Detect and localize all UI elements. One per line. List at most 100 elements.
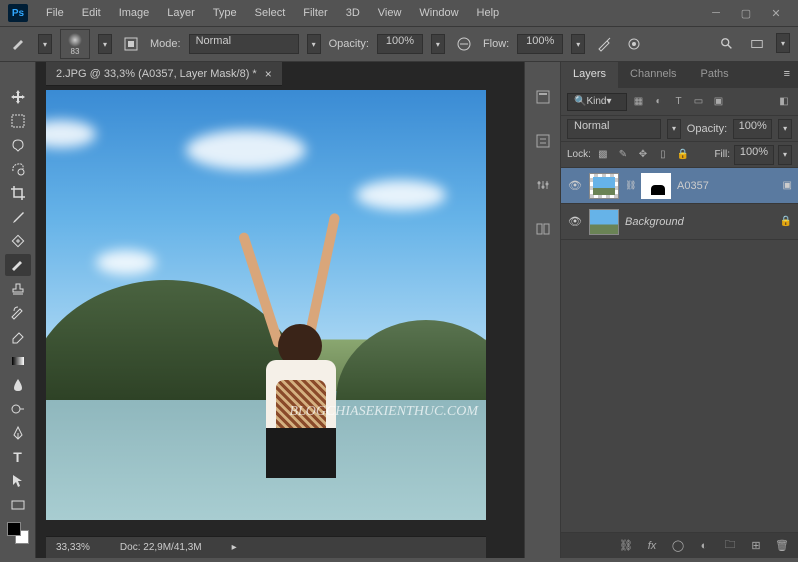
layer-thumbnail[interactable] bbox=[589, 173, 619, 199]
tool-preset-dropdown[interactable]: ▾ bbox=[38, 34, 52, 54]
close-tab-icon[interactable]: × bbox=[265, 67, 272, 81]
opacity-input[interactable]: 100% bbox=[377, 34, 423, 54]
gradient-tool[interactable] bbox=[5, 350, 31, 372]
fill-dropdown[interactable]: ▾ bbox=[778, 145, 792, 165]
color-swatches[interactable] bbox=[7, 522, 29, 544]
delete-layer-icon[interactable]: 🗑 bbox=[774, 538, 790, 554]
mode-dropdown[interactable]: ▾ bbox=[307, 34, 321, 54]
layer-thumbnail[interactable] bbox=[589, 209, 619, 235]
menu-window[interactable]: Window bbox=[411, 3, 466, 23]
minimize-button[interactable]: ─ bbox=[702, 4, 730, 22]
dodge-tool[interactable] bbox=[5, 398, 31, 420]
layer-opacity-input[interactable]: 100% bbox=[733, 119, 772, 139]
adjustment-layer-icon[interactable]: ◐ bbox=[696, 538, 712, 554]
lock-position-icon[interactable]: ✥ bbox=[635, 147, 651, 163]
group-icon[interactable]: 🗀 bbox=[722, 538, 738, 554]
menu-edit[interactable]: Edit bbox=[74, 3, 109, 23]
menu-file[interactable]: File bbox=[38, 3, 72, 23]
type-tool[interactable]: T bbox=[5, 446, 31, 468]
layer-name[interactable]: Background bbox=[625, 216, 684, 228]
brush-preview[interactable]: 83 bbox=[60, 29, 90, 59]
canvas-viewport[interactable]: BLOGCHIASEKIENTHUC.COM bbox=[36, 86, 524, 536]
layer-opacity-dropdown[interactable]: ▾ bbox=[778, 119, 792, 139]
add-mask-icon[interactable]: ◯ bbox=[670, 538, 686, 554]
document-tab[interactable]: 2.JPG @ 33,3% (A0357, Layer Mask/8) * × bbox=[46, 62, 282, 86]
filter-smart-icon[interactable]: ▣ bbox=[711, 94, 727, 110]
flow-dropdown[interactable]: ▾ bbox=[571, 34, 585, 54]
visibility-toggle[interactable]: 👁 bbox=[567, 179, 583, 192]
lock-all-icon[interactable]: 🔒 bbox=[675, 147, 691, 163]
flow-input[interactable]: 100% bbox=[517, 34, 563, 54]
visibility-toggle[interactable]: 👁 bbox=[567, 215, 583, 228]
menu-image[interactable]: Image bbox=[111, 3, 158, 23]
foreground-color[interactable] bbox=[7, 522, 21, 536]
history-panel-icon[interactable] bbox=[532, 86, 554, 108]
canvas[interactable]: BLOGCHIASEKIENTHUC.COM bbox=[46, 90, 486, 520]
workspace-dropdown[interactable]: ▾ bbox=[776, 33, 790, 53]
adjustments-panel-icon[interactable] bbox=[532, 174, 554, 196]
airbrush-icon[interactable] bbox=[593, 33, 615, 55]
menu-help[interactable]: Help bbox=[469, 3, 508, 23]
lock-artboard-icon[interactable]: ▯ bbox=[655, 147, 671, 163]
brush-panel-icon[interactable] bbox=[120, 33, 142, 55]
brush-dropdown[interactable]: ▾ bbox=[98, 34, 112, 54]
filter-adjust-icon[interactable]: ◐ bbox=[651, 94, 667, 110]
menu-view[interactable]: View bbox=[370, 3, 410, 23]
opacity-dropdown[interactable]: ▾ bbox=[431, 34, 445, 54]
crop-tool[interactable] bbox=[5, 182, 31, 204]
menu-filter[interactable]: Filter bbox=[295, 3, 335, 23]
layer-blend-select[interactable]: Normal bbox=[567, 119, 661, 139]
layer-row[interactable]: 👁 Background 🔒 bbox=[561, 204, 798, 240]
eraser-tool[interactable] bbox=[5, 326, 31, 348]
status-chevron-icon[interactable]: ▸ bbox=[232, 542, 237, 553]
filter-toggle-icon[interactable]: ◧ bbox=[776, 94, 792, 110]
menu-3d[interactable]: 3D bbox=[338, 3, 368, 23]
layer-fx-icon[interactable]: fx bbox=[644, 538, 660, 554]
lock-pixels-icon[interactable]: ✎ bbox=[615, 147, 631, 163]
tab-layers[interactable]: Layers bbox=[561, 62, 618, 88]
layer-name[interactable]: A0357 bbox=[677, 180, 709, 192]
brush-tool[interactable] bbox=[5, 254, 31, 276]
panel-menu-icon[interactable]: ≡ bbox=[776, 62, 798, 88]
lasso-tool[interactable] bbox=[5, 134, 31, 156]
stamp-tool[interactable] bbox=[5, 278, 31, 300]
new-layer-icon[interactable]: ⊞ bbox=[748, 538, 764, 554]
close-button[interactable]: ✕ bbox=[762, 4, 790, 22]
lock-transparency-icon[interactable]: ▩ bbox=[595, 147, 611, 163]
share-icon[interactable] bbox=[746, 33, 768, 55]
quick-select-tool[interactable] bbox=[5, 158, 31, 180]
history-brush-tool[interactable] bbox=[5, 302, 31, 324]
tool-preset-icon[interactable] bbox=[8, 33, 30, 55]
tab-channels[interactable]: Channels bbox=[618, 62, 688, 88]
menu-layer[interactable]: Layer bbox=[159, 3, 203, 23]
blend-mode-select[interactable]: Normal bbox=[189, 34, 299, 54]
link-layers-icon[interactable]: ⛓ bbox=[618, 538, 634, 554]
properties-panel-icon[interactable] bbox=[532, 130, 554, 152]
maximize-button[interactable]: ▢ bbox=[732, 4, 760, 22]
pen-tool[interactable] bbox=[5, 422, 31, 444]
menu-select[interactable]: Select bbox=[247, 3, 294, 23]
layer-row[interactable]: 👁 ⛓ A0357 ▣ bbox=[561, 168, 798, 204]
path-select-tool[interactable] bbox=[5, 470, 31, 492]
tab-paths[interactable]: Paths bbox=[689, 62, 741, 88]
blur-tool[interactable] bbox=[5, 374, 31, 396]
pressure-opacity-icon[interactable] bbox=[453, 33, 475, 55]
rectangle-tool[interactable] bbox=[5, 494, 31, 516]
healing-tool[interactable] bbox=[5, 230, 31, 252]
eyedropper-tool[interactable] bbox=[5, 206, 31, 228]
fill-input[interactable]: 100% bbox=[734, 145, 774, 165]
filter-kind-select[interactable]: 🔍 Kind ▾ bbox=[567, 93, 627, 111]
libraries-panel-icon[interactable] bbox=[532, 218, 554, 240]
pressure-size-icon[interactable] bbox=[623, 33, 645, 55]
filter-type-icon[interactable]: T bbox=[671, 94, 687, 110]
search-icon[interactable] bbox=[716, 33, 738, 55]
move-tool[interactable] bbox=[5, 86, 31, 108]
marquee-tool[interactable] bbox=[5, 110, 31, 132]
blend-dropdown[interactable]: ▾ bbox=[667, 119, 681, 139]
filter-pixel-icon[interactable]: ▦ bbox=[631, 94, 647, 110]
zoom-level[interactable]: 33,33% bbox=[56, 542, 90, 553]
mask-link-icon[interactable]: ⛓ bbox=[625, 180, 635, 191]
filter-shape-icon[interactable]: ▭ bbox=[691, 94, 707, 110]
menu-type[interactable]: Type bbox=[205, 3, 245, 23]
mask-thumbnail[interactable] bbox=[641, 173, 671, 199]
